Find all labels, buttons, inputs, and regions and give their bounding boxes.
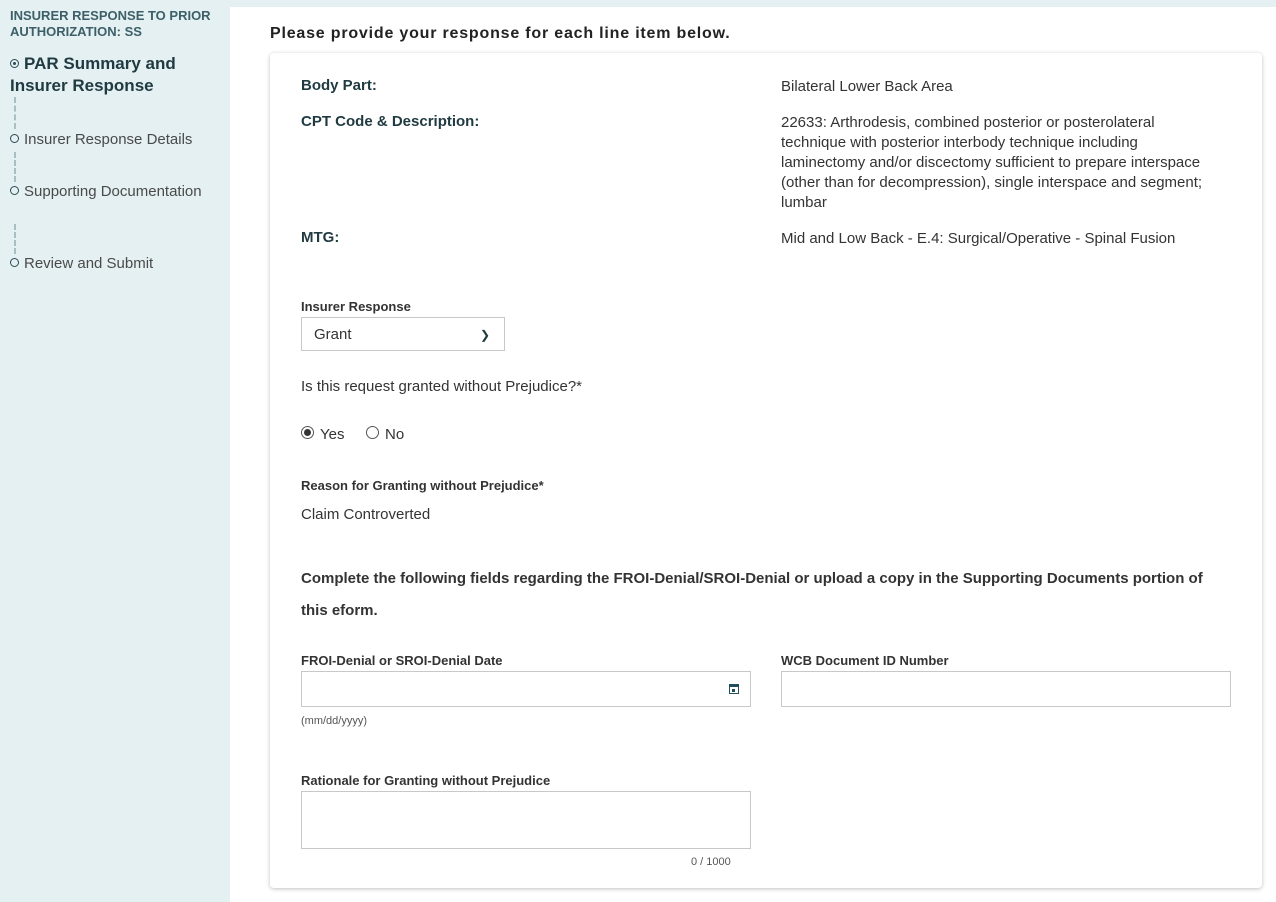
line-item-card: Body Part: Bilateral Lower Back Area CPT… (270, 53, 1262, 888)
step-connector (14, 97, 16, 129)
step-circle-icon (10, 186, 19, 195)
radio-no-label: No (385, 426, 405, 443)
insurer-response-label: Insurer Response (301, 299, 411, 314)
chevron-down-icon: ❯ (479, 328, 490, 342)
step-label: Review and Submit (24, 255, 154, 272)
radio-no[interactable]: No (366, 426, 404, 443)
step-circle-icon (10, 134, 19, 143)
step-circle-icon (10, 258, 19, 267)
mtg-label: MTG: (301, 229, 340, 246)
main-content: Please provide your response for each li… (230, 7, 1276, 902)
radio-yes[interactable]: Yes (301, 426, 344, 443)
reason-label: Reason for Granting without Prejudice* (301, 478, 544, 493)
body-part-label: Body Part: (301, 77, 377, 94)
date-format-hint: (mm/dd/yyyy) (301, 715, 367, 727)
step-review-and-submit[interactable]: Review and Submit (10, 254, 220, 274)
step-par-summary[interactable]: PAR Summary and Insurer Response (10, 53, 220, 97)
mtg-value: Mid and Low Back - E.4: Surgical/Operati… (781, 230, 1176, 247)
page-heading: Please provide your response for each li… (270, 25, 731, 42)
step-connector (14, 152, 16, 182)
rationale-label: Rationale for Granting without Prejudice (301, 773, 551, 788)
wcb-document-id-input[interactable] (781, 671, 1231, 707)
rationale-textarea[interactable] (301, 791, 751, 849)
cpt-code-value: 22633: Arthrodesis, combined posterior o… (781, 114, 1203, 211)
sidebar-title: INSURER RESPONSE TO PRIOR AUTHORIZATION:… (10, 8, 211, 39)
step-label: Insurer Response Details (24, 131, 193, 148)
sidebar: INSURER RESPONSE TO PRIOR AUTHORIZATION:… (0, 0, 230, 902)
step-label: Supporting Documentation (24, 183, 202, 200)
radio-yes-label: Yes (320, 426, 345, 443)
calendar-icon[interactable] (729, 684, 739, 694)
wcb-document-id-label: WCB Document ID Number (781, 653, 949, 668)
denial-date-input[interactable] (301, 671, 751, 707)
insurer-response-select[interactable]: Grant ❯ (301, 317, 505, 351)
step-label: PAR Summary and Insurer Response (10, 54, 176, 95)
denial-date-label: FROI-Denial or SROI-Denial Date (301, 653, 503, 668)
radio-unchecked-icon (366, 426, 379, 439)
cpt-code-label: CPT Code & Description: (301, 113, 480, 130)
step-connector (14, 224, 16, 254)
step-supporting-documentation[interactable]: Supporting Documentation (10, 182, 220, 202)
body-part-value: Bilateral Lower Back Area (781, 78, 953, 95)
step-current-icon (10, 59, 19, 68)
radio-checked-icon (301, 426, 314, 439)
character-counter: 0 / 1000 (691, 856, 731, 868)
reason-value: Claim Controverted (301, 506, 431, 523)
prejudice-question: Is this request granted without Prejudic… (301, 378, 582, 395)
insurer-response-value: Grant (314, 326, 352, 343)
instruction-text: Complete the following fields regarding … (301, 570, 1203, 619)
step-insurer-response-details[interactable]: Insurer Response Details (10, 130, 220, 150)
